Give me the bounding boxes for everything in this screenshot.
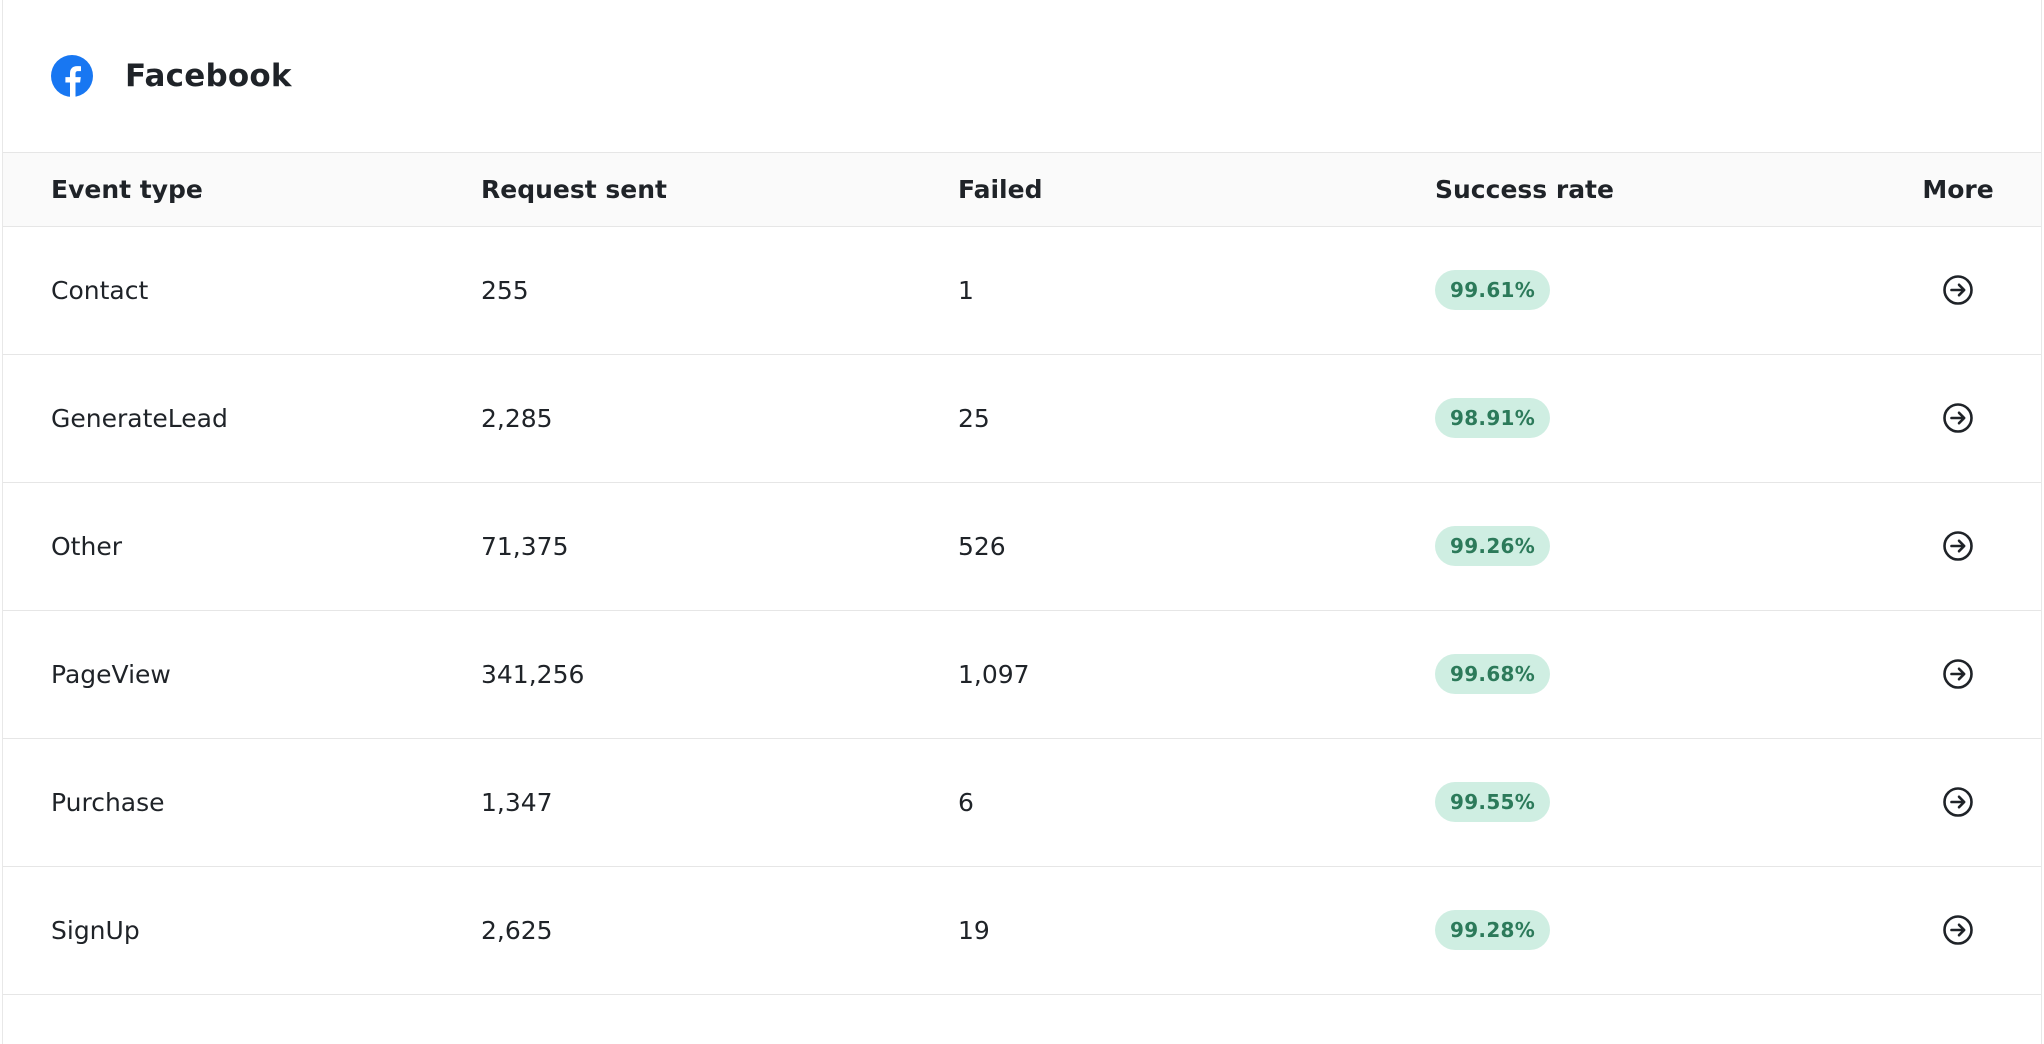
event-type-cell: GenerateLead	[3, 354, 481, 483]
success-rate-cell: 99.61%	[1435, 226, 1875, 355]
request-sent-cell: 341,256	[481, 610, 958, 739]
table-row: Other 71,375 526 99.26%	[3, 482, 2041, 611]
facebook-icon	[51, 55, 93, 97]
failed-cell: 1	[958, 226, 1435, 355]
success-rate-cell: 98.91%	[1435, 354, 1875, 483]
more-cell	[1875, 738, 2041, 867]
column-header-success-rate: Success rate	[1435, 153, 1875, 227]
arrow-right-circle-icon[interactable]	[1941, 529, 1975, 563]
request-sent-cell: 255	[481, 226, 958, 355]
table-row: GenerateLead 2,285 25 98.91%	[3, 354, 2041, 483]
column-header-event-type: Event type	[3, 153, 481, 227]
success-rate-badge: 99.68%	[1435, 654, 1551, 694]
event-type-cell: Other	[3, 482, 481, 611]
failed-cell: 6	[958, 738, 1435, 867]
success-rate-cell: 99.55%	[1435, 738, 1875, 867]
event-type-cell: Purchase	[3, 738, 481, 867]
success-rate-badge: 99.61%	[1435, 270, 1551, 310]
more-cell	[1875, 866, 2041, 995]
failed-cell: 19	[958, 866, 1435, 995]
column-header-more: More	[1875, 153, 2041, 227]
success-rate-badge: 99.26%	[1435, 526, 1551, 566]
more-cell	[1875, 354, 2041, 483]
column-header-failed: Failed	[958, 153, 1435, 227]
table-row: PageView 341,256 1,097 99.68%	[3, 610, 2041, 739]
facebook-events-panel: Facebook Event type Request sent Failed …	[2, 0, 2042, 1044]
arrow-right-circle-icon[interactable]	[1941, 401, 1975, 435]
column-header-request-sent: Request sent	[481, 153, 958, 227]
arrow-right-circle-icon[interactable]	[1941, 273, 1975, 307]
table-row: Contact 255 1 99.61%	[3, 226, 2041, 355]
table-header-row: Event type Request sent Failed Success r…	[3, 153, 2041, 227]
request-sent-cell: 2,625	[481, 866, 958, 995]
table-body: Contact 255 1 99.61% GenerateLead 2,285 25 98.9…	[3, 226, 2041, 995]
event-type-cell: SignUp	[3, 866, 481, 995]
arrow-right-circle-icon[interactable]	[1941, 657, 1975, 691]
events-table: Event type Request sent Failed Success r…	[3, 153, 2041, 995]
failed-cell: 25	[958, 354, 1435, 483]
success-rate-badge: 99.28%	[1435, 910, 1551, 950]
event-type-cell: PageView	[3, 610, 481, 739]
table-row: Purchase 1,347 6 99.55%	[3, 738, 2041, 867]
request-sent-cell: 1,347	[481, 738, 958, 867]
page-title: Facebook	[125, 58, 292, 94]
more-cell	[1875, 226, 2041, 355]
request-sent-cell: 71,375	[481, 482, 958, 611]
arrow-right-circle-icon[interactable]	[1941, 785, 1975, 819]
event-type-cell: Contact	[3, 226, 481, 355]
success-rate-badge: 98.91%	[1435, 398, 1551, 438]
more-cell	[1875, 610, 2041, 739]
request-sent-cell: 2,285	[481, 354, 958, 483]
failed-cell: 1,097	[958, 610, 1435, 739]
arrow-right-circle-icon[interactable]	[1941, 913, 1975, 947]
success-rate-cell: 99.28%	[1435, 866, 1875, 995]
success-rate-badge: 99.55%	[1435, 782, 1551, 822]
success-rate-cell: 99.26%	[1435, 482, 1875, 611]
failed-cell: 526	[958, 482, 1435, 611]
more-cell	[1875, 482, 2041, 611]
table-row: SignUp 2,625 19 99.28%	[3, 866, 2041, 995]
panel-header: Facebook	[3, 0, 2041, 153]
success-rate-cell: 99.68%	[1435, 610, 1875, 739]
